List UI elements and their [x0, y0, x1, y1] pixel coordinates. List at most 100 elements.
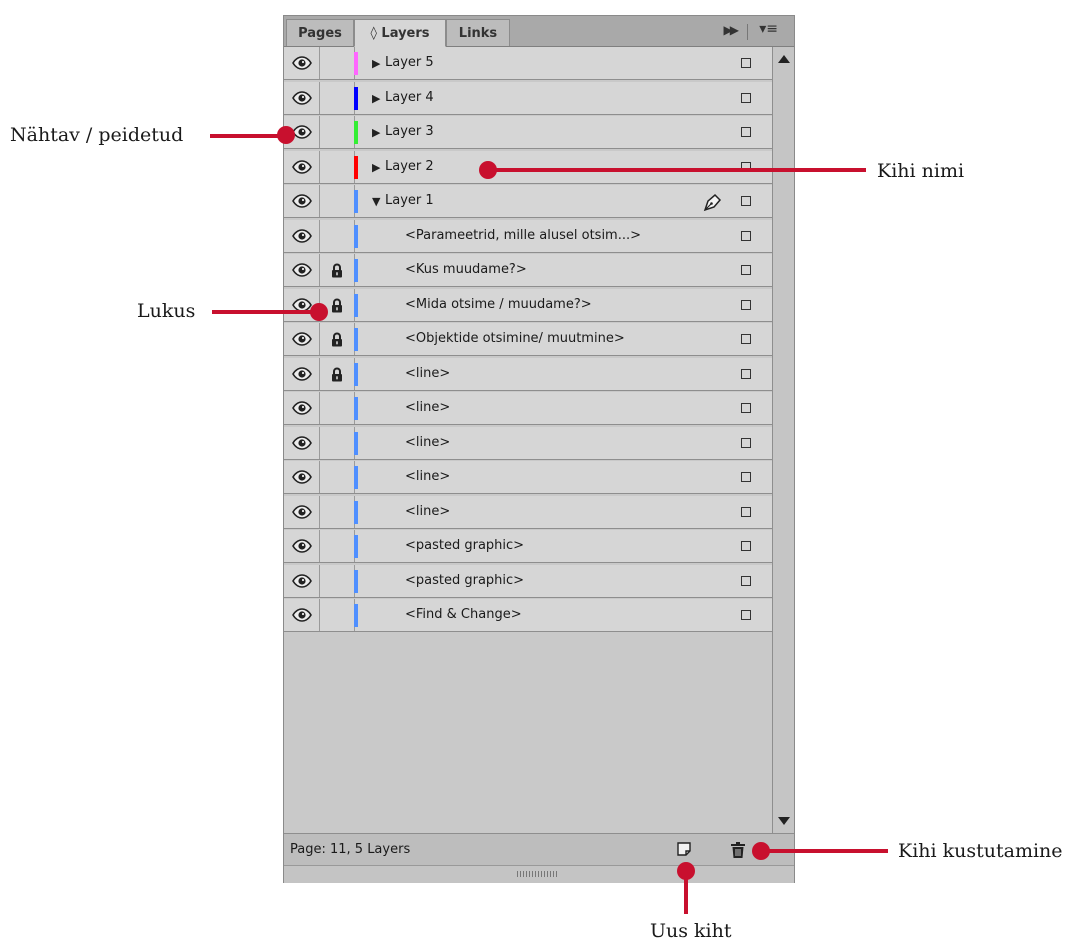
layer-item-row[interactable]: <line>	[284, 461, 772, 494]
lock-toggle-cell[interactable]	[319, 565, 355, 597]
layer-item-name[interactable]: <line>	[405, 366, 450, 381]
lock-toggle-cell[interactable]	[319, 220, 355, 252]
layers-panel: Pages ◊ Layers Links ▶▶ ▾≡ ▶ Layer 5 ▶ Laye…	[283, 15, 795, 883]
eye-icon[interactable]	[284, 530, 320, 562]
layer-item-name[interactable]: <line>	[405, 504, 450, 519]
callout-delete-layer: Kihi kustutamine	[898, 840, 1063, 862]
layer-item-name[interactable]: <Find & Change>	[405, 607, 522, 622]
eye-icon[interactable]	[284, 82, 320, 114]
trash-icon[interactable]	[728, 841, 748, 859]
selection-square-icon[interactable]	[741, 369, 751, 379]
layer-item-name[interactable]: <Objektide otsimine/ muutmine>	[405, 331, 625, 346]
eye-icon[interactable]	[284, 565, 320, 597]
layer-item-row[interactable]: <line>	[284, 358, 772, 391]
layer-item-row[interactable]: <Mida otsime / muudame?>	[284, 289, 772, 322]
tab-links[interactable]: Links	[446, 19, 510, 46]
tab-layers[interactable]: ◊ Layers	[354, 19, 446, 47]
lock-toggle-cell[interactable]	[319, 185, 355, 217]
layer-item-row[interactable]: <pasted graphic>	[284, 530, 772, 563]
callout-lock-line	[212, 310, 322, 314]
lock-toggle-cell[interactable]	[319, 427, 355, 459]
scroll-up-arrow-icon[interactable]	[778, 55, 790, 63]
layer-item-name[interactable]: <pasted graphic>	[405, 538, 524, 553]
layer-item-row[interactable]: <Kus muudame?>	[284, 254, 772, 287]
selection-square-icon[interactable]	[741, 231, 751, 241]
eye-icon[interactable]	[284, 220, 320, 252]
lock-toggle-cell[interactable]	[319, 530, 355, 562]
selection-square-icon[interactable]	[741, 334, 751, 344]
eye-icon[interactable]	[284, 254, 320, 286]
layer-item-row[interactable]: <line>	[284, 496, 772, 529]
lock-toggle-cell[interactable]	[319, 47, 355, 79]
lock-icon[interactable]	[319, 323, 355, 355]
selection-square-icon[interactable]	[741, 610, 751, 620]
eye-icon[interactable]	[284, 427, 320, 459]
eye-icon[interactable]	[284, 599, 320, 631]
triangle-right-icon[interactable]: ▶	[372, 126, 380, 139]
selection-square-icon[interactable]	[741, 541, 751, 551]
layer-item-name[interactable]: <line>	[405, 400, 450, 415]
layer-item-row[interactable]: <line>	[284, 427, 772, 460]
eye-icon[interactable]	[284, 185, 320, 217]
layer-item-name[interactable]: <Mida otsime / muudame?>	[405, 297, 592, 312]
eye-icon[interactable]	[284, 323, 320, 355]
layer-color-chip	[354, 501, 358, 524]
scroll-down-arrow-icon[interactable]	[778, 817, 790, 825]
layer-name[interactable]: Layer 5	[385, 55, 434, 70]
triangle-right-icon[interactable]: ▶	[372, 92, 380, 105]
eye-icon[interactable]	[284, 151, 320, 183]
panel-menu-icon[interactable]: ▾≡	[759, 21, 778, 37]
eye-icon[interactable]	[284, 461, 320, 493]
selection-square-icon[interactable]	[741, 93, 751, 103]
lock-icon[interactable]	[319, 358, 355, 390]
layer-name[interactable]: Layer 3	[385, 124, 434, 139]
layer-item-name[interactable]: <line>	[405, 469, 450, 484]
lock-toggle-cell[interactable]	[319, 82, 355, 114]
panel-resize-grip[interactable]	[284, 865, 794, 883]
lock-toggle-cell[interactable]	[319, 461, 355, 493]
selection-square-icon[interactable]	[741, 127, 751, 137]
lock-toggle-cell[interactable]	[319, 151, 355, 183]
layer-name[interactable]: Layer 1	[385, 193, 434, 208]
lock-toggle-cell[interactable]	[319, 392, 355, 424]
triangle-down-icon[interactable]: ▼	[372, 195, 380, 208]
layer-item-row[interactable]: <pasted graphic>	[284, 565, 772, 598]
lock-toggle-cell[interactable]	[319, 496, 355, 528]
new-layer-icon[interactable]	[676, 841, 694, 859]
selection-square-icon[interactable]	[741, 472, 751, 482]
selection-square-icon[interactable]	[741, 300, 751, 310]
eye-icon[interactable]	[284, 496, 320, 528]
layer-item-name[interactable]: <Parameetrid, mille alusel otsim...>	[405, 228, 641, 243]
layer-item-name[interactable]: <pasted graphic>	[405, 573, 524, 588]
selection-square-icon[interactable]	[741, 196, 751, 206]
selection-square-icon[interactable]	[741, 58, 751, 68]
selection-square-icon[interactable]	[741, 265, 751, 275]
lock-toggle-cell[interactable]	[319, 599, 355, 631]
layer-row[interactable]: ▼ Layer 1	[284, 185, 772, 218]
selection-square-icon[interactable]	[741, 576, 751, 586]
lock-icon[interactable]	[319, 254, 355, 286]
lock-toggle-cell[interactable]	[319, 116, 355, 148]
layer-item-row[interactable]: <Objektide otsimine/ muutmine>	[284, 323, 772, 356]
selection-square-icon[interactable]	[741, 507, 751, 517]
triangle-right-icon[interactable]: ▶	[372, 57, 380, 70]
selection-square-icon[interactable]	[741, 438, 751, 448]
double-arrow-right-icon[interactable]: ▶▶	[724, 23, 740, 37]
layer-item-row[interactable]: <Find & Change>	[284, 599, 772, 632]
eye-icon[interactable]	[284, 358, 320, 390]
layer-item-name[interactable]: <Kus muudame?>	[405, 262, 527, 277]
tab-pages[interactable]: Pages	[286, 19, 354, 46]
triangle-right-icon[interactable]: ▶	[372, 161, 380, 174]
layer-row[interactable]: ▶ Layer 3	[284, 116, 772, 149]
eye-icon[interactable]	[284, 392, 320, 424]
layer-row[interactable]: ▶ Layer 4	[284, 82, 772, 115]
layer-item-row[interactable]: <line>	[284, 392, 772, 425]
layer-row[interactable]: ▶ Layer 5	[284, 47, 772, 80]
scrollbar[interactable]	[772, 47, 794, 833]
layer-item-row[interactable]: <Parameetrid, mille alusel otsim...>	[284, 220, 772, 253]
layer-name[interactable]: Layer 4	[385, 90, 434, 105]
layer-name[interactable]: Layer 2	[385, 159, 434, 174]
layer-item-name[interactable]: <line>	[405, 435, 450, 450]
selection-square-icon[interactable]	[741, 403, 751, 413]
eye-icon[interactable]	[284, 47, 320, 79]
